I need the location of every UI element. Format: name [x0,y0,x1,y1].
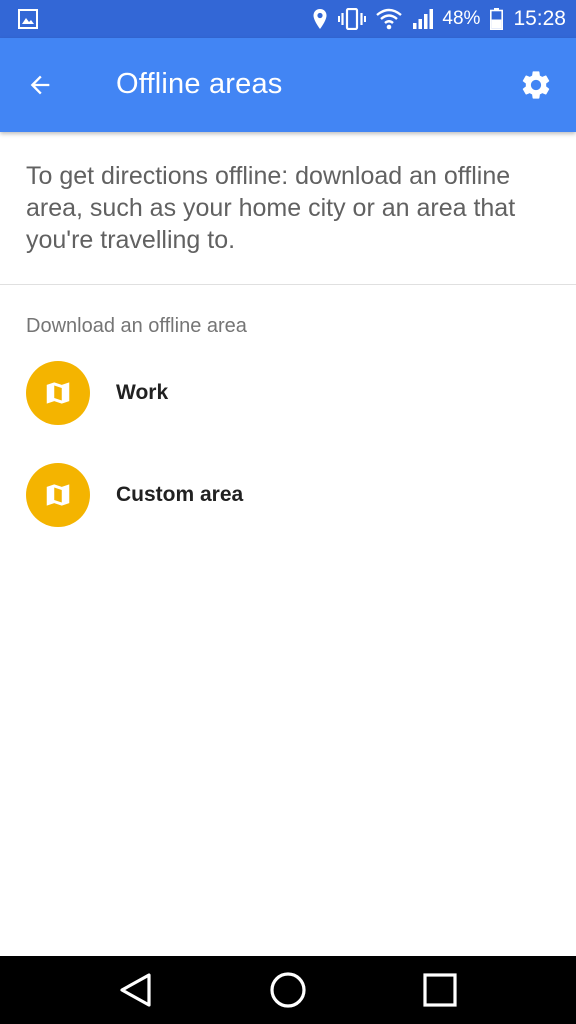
settings-button[interactable] [512,61,560,109]
list-item-custom-area[interactable]: Custom area [0,450,576,540]
gallery-icon [18,9,38,29]
map-icon-circle [26,361,90,425]
arrow-back-icon [30,75,50,95]
back-triangle-icon [120,973,151,1007]
navigation-bar [0,956,576,1024]
list-item-label: Custom area [116,483,244,506]
divider [0,284,576,285]
map-icon [46,484,70,506]
wifi-icon [376,8,403,30]
intro-text: To get directions offline: download an o… [26,162,516,254]
signal-icon [413,9,434,29]
recents-square-icon [423,973,457,1007]
gear-icon [522,71,550,99]
status-icons: 48% 15:28 [312,0,566,38]
map-icon [46,382,70,404]
app-bar: Offline areas [0,38,576,132]
list-item-work[interactable]: Work [0,348,576,438]
section-header: Download an offline area [26,315,247,337]
screen: 48% 15:28 Offline areas To get direction… [0,0,576,1024]
clock: 15:28 [513,7,566,30]
nav-recents-button[interactable] [420,970,460,1010]
map-icon-circle [26,463,90,527]
status-bar: 48% 15:28 [0,0,576,38]
battery-icon [490,8,504,30]
nav-back-button[interactable] [116,970,156,1010]
back-button[interactable] [16,61,64,109]
location-icon [313,9,327,29]
home-circle-icon [270,972,306,1008]
list-item-label: Work [116,381,169,404]
nav-home-button[interactable] [268,970,308,1010]
vibrate-icon [338,8,367,30]
battery-percent: 48% [442,8,481,29]
page-title: Offline areas [116,68,283,100]
